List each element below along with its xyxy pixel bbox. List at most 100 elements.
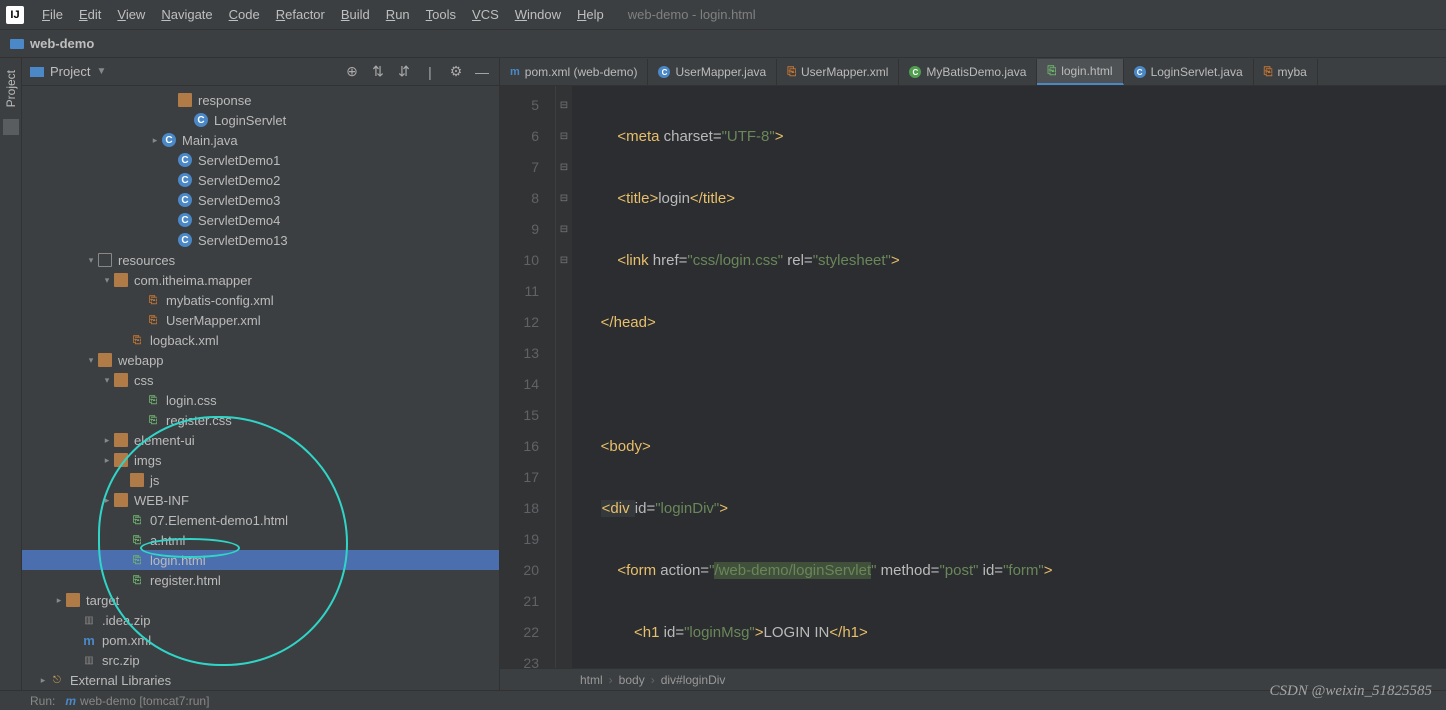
tree-item-com-itheima-mapper[interactable]: ▾com.itheima.mapper <box>22 270 499 290</box>
menu-navigate[interactable]: Navigate <box>153 7 220 22</box>
tree-item-register-html[interactable]: ⎘register.html <box>22 570 499 590</box>
lib-icon: ⎋ <box>50 673 64 687</box>
fold-marker[interactable]: ⊟ <box>556 214 572 245</box>
ide-logo-icon: IJ <box>6 6 24 24</box>
tree-item-logback-xml[interactable]: ⎘logback.xml <box>22 330 499 350</box>
tab-login-html[interactable]: ⎘ login.html <box>1037 59 1123 85</box>
tab-myba[interactable]: ⎘myba <box>1254 59 1318 85</box>
xml-icon: ⎘ <box>146 293 160 307</box>
crumb-html[interactable]: html <box>580 673 603 687</box>
tree-item-label: element-ui <box>134 433 195 448</box>
tree-item-label: LoginServlet <box>214 113 286 128</box>
menu-build[interactable]: Build <box>333 7 378 22</box>
menu-tools[interactable]: Tools <box>418 7 464 22</box>
structure-tool-icon[interactable] <box>3 119 19 135</box>
menu-view[interactable]: View <box>109 7 153 22</box>
watermark-text: CSDN @weixin_51825585 <box>1269 683 1432 700</box>
menu-file[interactable]: File <box>34 7 71 22</box>
tree-item-a-html[interactable]: ⎘a.html <box>22 530 499 550</box>
tree-item-servletdemo2[interactable]: CServletDemo2 <box>22 170 499 190</box>
tree-item-resources[interactable]: ▾resources <box>22 250 499 270</box>
tab-label: login.html <box>1061 64 1112 78</box>
tree-item-label: WEB-INF <box>134 493 189 508</box>
tree-item-external-libraries[interactable]: ▸⎋External Libraries <box>22 670 499 690</box>
collapse-all-icon[interactable]: ⇵ <box>395 63 413 81</box>
menu-vcs[interactable]: VCS <box>464 7 507 22</box>
tree-item-label: ServletDemo2 <box>198 173 280 188</box>
line-number: 10 <box>504 245 539 276</box>
tree-item-main-java[interactable]: ▸CMain.java <box>22 130 499 150</box>
tree-item-login-html[interactable]: ⎘login.html <box>22 550 499 570</box>
tree-item-webapp[interactable]: ▾webapp <box>22 350 499 370</box>
line-number: 21 <box>504 586 539 617</box>
hide-icon[interactable]: ― <box>473 63 491 81</box>
locate-icon[interactable]: ⊕ <box>343 63 361 81</box>
tree-item-servletdemo3[interactable]: CServletDemo3 <box>22 190 499 210</box>
html-icon: ⎘ <box>1047 65 1056 78</box>
tab-mybatisdemo-java[interactable]: CMyBatisDemo.java <box>899 59 1037 85</box>
breadcrumb-project[interactable]: web-demo <box>30 36 94 51</box>
tree-item-label: webapp <box>118 353 164 368</box>
editor-area: mpom.xml (web-demo)CUserMapper.java⎘User… <box>500 58 1446 690</box>
fold-marker[interactable]: ⊟ <box>556 245 572 276</box>
project-panel-title[interactable]: Project <box>50 64 90 79</box>
tree-item-label: mybatis-config.xml <box>166 293 274 308</box>
code-content[interactable]: <meta charset="UTF-8"> <title>login</tit… <box>572 86 1446 668</box>
tree-item-07-element-demo1-html[interactable]: ⎘07.Element-demo1.html <box>22 510 499 530</box>
menu-help[interactable]: Help <box>569 7 612 22</box>
tree-item-usermapper-xml[interactable]: ⎘UserMapper.xml <box>22 310 499 330</box>
tree-item-loginservlet[interactable]: CLoginServlet <box>22 110 499 130</box>
fold-marker[interactable]: ⊟ <box>556 183 572 214</box>
line-number: 11 <box>504 276 539 307</box>
fold-marker[interactable]: ⊟ <box>556 121 572 152</box>
tree-item-label: register.html <box>150 573 221 588</box>
fold-marker[interactable]: ⊟ <box>556 90 572 121</box>
tree-item--idea-zip[interactable]: ▥.idea.zip <box>22 610 499 630</box>
tree-item-imgs[interactable]: ▸imgs <box>22 450 499 470</box>
chevron-down-icon[interactable]: ▼ <box>96 66 106 77</box>
project-tree[interactable]: responseCLoginServlet▸CMain.javaCServlet… <box>22 86 499 690</box>
menu-edit[interactable]: Edit <box>71 7 109 22</box>
crumb-body[interactable]: body <box>619 673 645 687</box>
gear-icon[interactable]: ⚙ <box>447 63 465 81</box>
tree-item-response[interactable]: response <box>22 90 499 110</box>
line-number: 22 <box>504 617 539 648</box>
tree-item-element-ui[interactable]: ▸element-ui <box>22 430 499 450</box>
tree-item-servletdemo13[interactable]: CServletDemo13 <box>22 230 499 250</box>
expand-all-icon[interactable]: ⇅ <box>369 63 387 81</box>
menu-window[interactable]: Window <box>507 7 569 22</box>
cls-icon: C <box>178 153 192 167</box>
code-editor[interactable]: 567891011121314151617181920212223 ⊟⊟⊟⊟⊟⊟… <box>500 86 1446 668</box>
crumb-div[interactable]: div#loginDiv <box>661 673 726 687</box>
tree-item-mybatis-config-xml[interactable]: ⎘ mybatis-config.xml <box>22 290 499 310</box>
line-number: 16 <box>504 431 539 462</box>
tree-item-pom-xml[interactable]: mpom.xml <box>22 630 499 650</box>
tree-item-servletdemo4[interactable]: CServletDemo4 <box>22 210 499 230</box>
menu-run[interactable]: Run <box>378 7 418 22</box>
run-config-name[interactable]: web-demo [tomcat7:run] <box>80 694 209 708</box>
tree-item-servletdemo1[interactable]: CServletDemo1 <box>22 150 499 170</box>
tree-item-src-zip[interactable]: ▥src.zip <box>22 650 499 670</box>
zip-icon: ▥ <box>82 613 96 627</box>
tab-usermapper-java[interactable]: CUserMapper.java <box>648 59 777 85</box>
line-number: 8 <box>504 183 539 214</box>
cls-icon: C <box>162 133 176 147</box>
tab-loginservlet-java[interactable]: CLoginServlet.java <box>1124 59 1254 85</box>
line-number: 12 <box>504 307 539 338</box>
fold-marker[interactable]: ⊟ <box>556 152 572 183</box>
menu-code[interactable]: Code <box>221 7 268 22</box>
tree-item-register-css[interactable]: ⎘register.css <box>22 410 499 430</box>
tab-pom-xml-web-demo-[interactable]: mpom.xml (web-demo) <box>500 59 648 85</box>
tree-item-login-css[interactable]: ⎘login.css <box>22 390 499 410</box>
menu-refactor[interactable]: Refactor <box>268 7 333 22</box>
tree-item-css[interactable]: ▾css <box>22 370 499 390</box>
fold-column[interactable]: ⊟⊟⊟⊟⊟⊟ <box>556 86 572 668</box>
tree-item-label: js <box>150 473 159 488</box>
tree-item-target[interactable]: ▸target <box>22 590 499 610</box>
tree-item-js[interactable]: js <box>22 470 499 490</box>
tab-usermapper-xml[interactable]: ⎘UserMapper.xml <box>777 59 899 85</box>
project-tool-tab[interactable]: Project <box>4 64 18 113</box>
divider: | <box>421 63 439 81</box>
tree-item-web-inf[interactable]: ▸WEB-INF <box>22 490 499 510</box>
fold-icon <box>114 453 128 467</box>
